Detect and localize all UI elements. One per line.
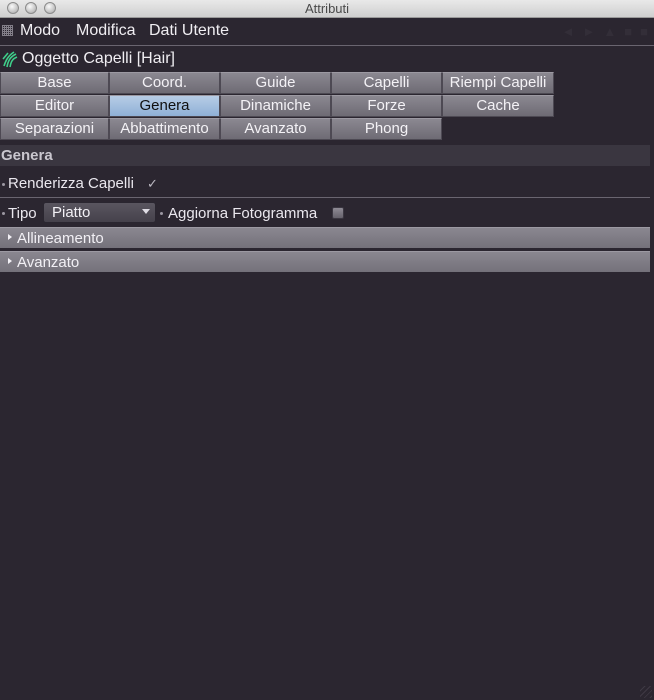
tab-phong[interactable]: Phong	[331, 118, 442, 140]
tab-avanzato[interactable]: Avanzato	[220, 118, 331, 140]
divider	[0, 197, 650, 198]
aggiorna-checkbox[interactable]	[332, 207, 344, 219]
menu-modo[interactable]: Modo	[20, 22, 60, 40]
up-arrow-icon[interactable]: ▲	[603, 24, 616, 39]
render-hair-checkbox[interactable]: ✓	[147, 176, 158, 192]
menu-dati-utente[interactable]: Dati Utente	[149, 22, 229, 40]
tipo-select[interactable]: Piatto	[43, 202, 156, 223]
tab-capelli[interactable]: Capelli	[331, 72, 442, 94]
object-header: Oggetto Capelli [Hair]	[2, 49, 175, 69]
window-title: Attributi	[304, 1, 350, 16]
menu-bar: Modo Modifica Dati Utente ◄ ► ▲ ■ ■	[0, 18, 654, 46]
animation-dot[interactable]	[2, 183, 5, 186]
tab-editor[interactable]: Editor	[0, 95, 109, 117]
animation-dot[interactable]	[160, 212, 163, 215]
object-name: Oggetto Capelli [Hair]	[22, 50, 175, 67]
aggiorna-label: Aggiorna Fotogramma	[168, 205, 318, 222]
window-titlebar: Attributi	[0, 0, 654, 18]
new-panel-icon[interactable]: ■	[640, 24, 648, 39]
resize-grip-icon[interactable]	[640, 686, 652, 698]
tab-cache[interactable]: Cache	[442, 95, 554, 117]
tab-riempi-capelli[interactable]: Riempi Capelli	[442, 72, 554, 94]
lock-icon[interactable]: ■	[624, 24, 632, 39]
tab-forze[interactable]: Forze	[331, 95, 442, 117]
back-arrow-icon[interactable]: ◄	[562, 24, 575, 39]
expand-triangle-icon	[8, 234, 12, 240]
tab-coord[interactable]: Coord.	[109, 72, 220, 94]
panel-grip-icon[interactable]	[2, 25, 13, 36]
tab-abbattimento[interactable]: Abbattimento	[109, 118, 220, 140]
tab-genera[interactable]: Genera	[109, 95, 220, 117]
group-label: Allineamento	[17, 230, 104, 247]
animation-dot[interactable]	[2, 212, 5, 215]
group-avanzato[interactable]: Avanzato	[0, 251, 650, 272]
menu-modifica[interactable]: Modifica	[76, 22, 136, 40]
render-hair-label: Renderizza Capelli	[8, 175, 134, 192]
hair-object-icon	[2, 51, 18, 68]
group-allineamento[interactable]: Allineamento	[0, 227, 650, 248]
section-title: Genera	[1, 147, 53, 164]
section-header: Genera	[0, 145, 650, 166]
tab-dinamiche[interactable]: Dinamiche	[220, 95, 331, 117]
navigation-icons: ◄ ► ▲ ■ ■	[538, 24, 648, 39]
tipo-label: Tipo	[8, 205, 37, 222]
chevron-down-icon	[142, 209, 150, 214]
tab-guide[interactable]: Guide	[220, 72, 331, 94]
expand-triangle-icon	[8, 258, 12, 264]
tipo-value: Piatto	[52, 204, 91, 221]
tab-separazioni[interactable]: Separazioni	[0, 118, 109, 140]
tab-base[interactable]: Base	[0, 72, 109, 94]
forward-arrow-icon[interactable]: ►	[583, 24, 596, 39]
group-label: Avanzato	[17, 254, 80, 271]
